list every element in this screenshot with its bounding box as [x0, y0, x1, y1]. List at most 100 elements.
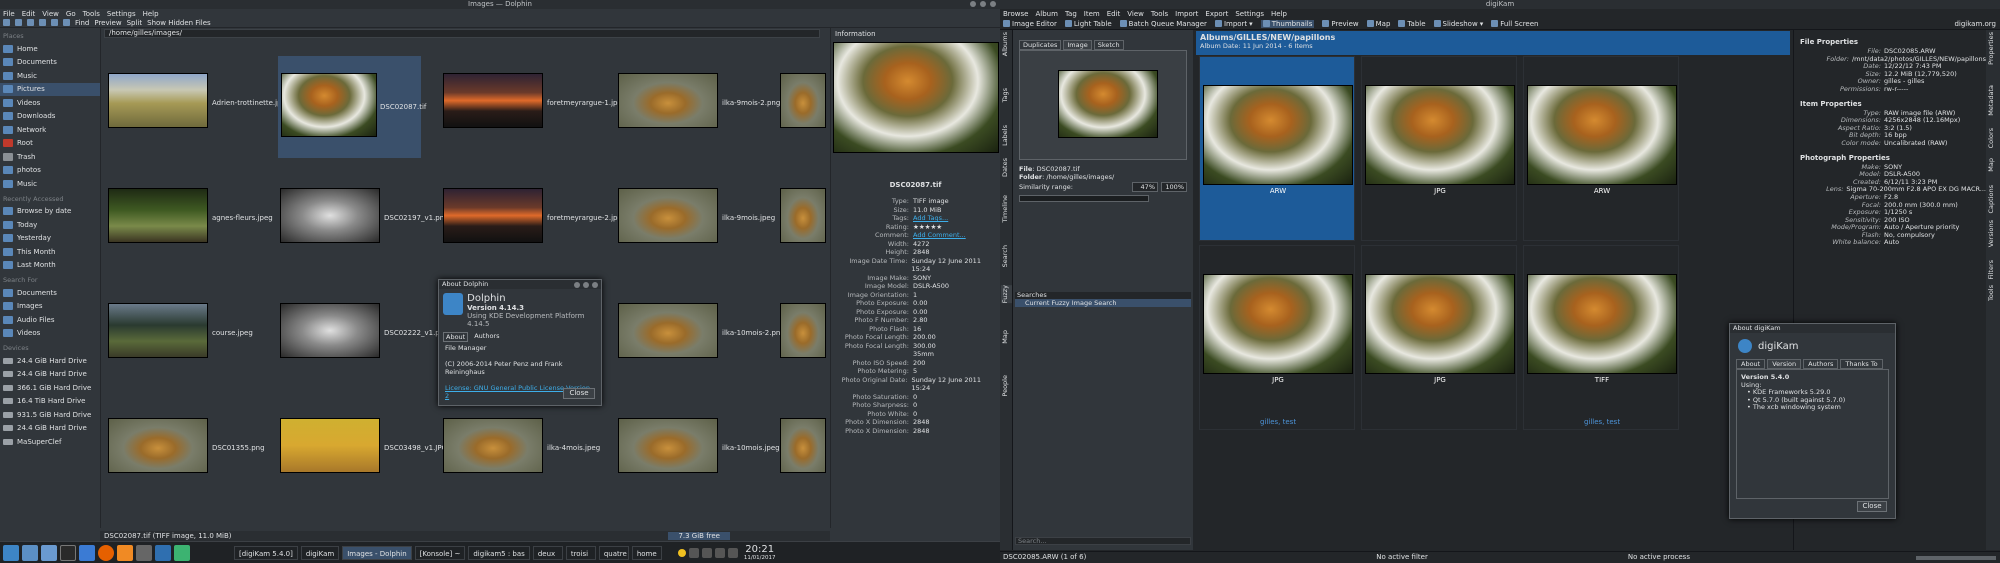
firefox-launcher-icon[interactable] — [98, 544, 114, 561]
menu-browse[interactable]: Browse — [1003, 10, 1029, 18]
details-view-icon[interactable] — [63, 19, 70, 26]
places-item[interactable]: Pictures — [0, 82, 100, 96]
sidebar-tab[interactable]: Map — [1987, 158, 1998, 172]
devices-item[interactable]: 16.4 TiB Hard Drive — [0, 395, 100, 409]
menu-settings[interactable]: Settings — [107, 10, 136, 18]
sidebar-tab[interactable]: Colors — [1987, 128, 1998, 148]
bluetooth-icon[interactable] — [727, 547, 738, 558]
menu-go[interactable]: Go — [66, 10, 76, 18]
recent-item[interactable]: Browse by date — [0, 205, 100, 219]
desktop-home[interactable]: home — [631, 545, 662, 560]
sidebar-tab[interactable]: Albums — [1001, 32, 1012, 56]
devices-item[interactable]: 931.5 GiB Hard Drive — [0, 408, 100, 422]
files-launcher-icon[interactable] — [41, 544, 57, 561]
item-properties-header[interactable]: Item Properties — [1794, 98, 1986, 110]
sidebar-tab[interactable]: Fuzzy — [1001, 285, 1012, 304]
search-item[interactable]: Images — [0, 300, 100, 314]
file-item[interactable]: DSC02197_v1.png — [280, 188, 450, 258]
album-item[interactable]: TIFF gilles, test — [1523, 245, 1679, 430]
places-item[interactable]: Trash — [0, 150, 100, 164]
map-button[interactable]: Map — [1366, 20, 1390, 28]
menu-view[interactable]: View — [1127, 10, 1144, 18]
slideshow-button[interactable]: Slideshow ▾ — [1433, 20, 1483, 28]
places-item[interactable]: Music — [0, 69, 100, 83]
sidebar-tab[interactable]: Labels — [1001, 125, 1012, 146]
recent-item[interactable]: This Month — [0, 245, 100, 259]
devices-item[interactable]: 24.4 GiB Hard Drive — [0, 422, 100, 436]
menu-help[interactable]: Help — [1271, 10, 1287, 18]
tab-image[interactable]: Image — [1063, 40, 1092, 50]
app-launcher-icon[interactable] — [3, 544, 19, 561]
preview-button[interactable]: Preview — [1322, 20, 1359, 28]
menu-tag[interactable]: Tag — [1065, 10, 1077, 18]
menu-album[interactable]: Album — [1036, 10, 1058, 18]
sidebar-tab[interactable]: Metadata — [1987, 85, 1998, 116]
maximize-icon[interactable] — [980, 1, 986, 7]
import-button[interactable]: Import ▾ — [1214, 20, 1253, 28]
sidebar-tab[interactable]: Map — [1001, 330, 1012, 344]
thumbnails-button[interactable]: Thumbnails — [1260, 19, 1315, 28]
file-item[interactable]: ilka-9mois.jpeg — [618, 188, 788, 258]
image-editor-button[interactable]: Image Editor — [1003, 20, 1057, 28]
task-digikam-about[interactable]: [digiKam 5.4.0] — [234, 545, 298, 560]
minimize-icon[interactable] — [583, 282, 589, 288]
close-button[interactable]: Close — [1857, 501, 1887, 512]
current-fuzzy-search-item[interactable]: Current Fuzzy Image Search — [1015, 299, 1191, 307]
recent-item[interactable]: Today — [0, 218, 100, 232]
sidebar-tab[interactable]: Timeline — [1001, 195, 1012, 223]
help-icon[interactable] — [574, 282, 580, 288]
places-item[interactable]: Downloads — [0, 110, 100, 124]
menu-import[interactable]: Import — [1175, 10, 1198, 18]
task-konsole[interactable]: [Konsole] ~ — [414, 545, 466, 560]
file-item[interactable]: ilka-4mois.jpeg — [443, 418, 613, 488]
devices-item[interactable]: 24.4 GiB Hard Drive — [0, 354, 100, 368]
desktop-2[interactable]: deux — [532, 545, 563, 560]
album-item[interactable]: JPG — [1361, 56, 1517, 241]
tray-icon[interactable] — [688, 547, 699, 558]
places-item[interactable]: photos — [0, 164, 100, 178]
album-item[interactable]: JPG gilles, test — [1199, 245, 1355, 430]
gimp-launcher-icon[interactable] — [136, 544, 152, 561]
app-launcher-icon[interactable] — [174, 544, 190, 561]
zoom-slider[interactable] — [1916, 555, 1996, 560]
menu-settings[interactable]: Settings — [1235, 10, 1264, 18]
file-item[interactable]: DSC02222_v1.png — [280, 303, 450, 373]
places-item[interactable]: Documents — [0, 56, 100, 70]
places-item[interactable]: Root — [0, 137, 100, 151]
forward-icon[interactable] — [15, 19, 22, 26]
dolphin-launcher-icon[interactable] — [22, 544, 38, 561]
clock[interactable]: 20:21 11/01/2017 — [744, 544, 776, 561]
file-item[interactable]: ilka-9mois-2.png — [618, 73, 788, 143]
menu-tools[interactable]: Tools — [83, 10, 100, 18]
sidebar-tab[interactable]: Dates — [1001, 158, 1012, 177]
show-hidden-button[interactable]: Show Hidden Files — [147, 19, 211, 27]
sidebar-tab[interactable]: Captions — [1987, 185, 1998, 214]
tab-authors[interactable]: Authors — [474, 332, 499, 342]
tab-version[interactable]: Version — [1767, 359, 1802, 369]
file-item[interactable]: ilka-10mois.jpeg — [618, 418, 788, 488]
menu-view[interactable]: View — [42, 10, 59, 18]
file-item[interactable]: foretmeyrargue-1.jpeg — [443, 73, 626, 143]
info-value[interactable]: Add Tags... — [913, 214, 948, 223]
file-item[interactable]: ilka-10mois-2.png — [618, 303, 788, 373]
search-input[interactable]: Search... — [1015, 537, 1191, 545]
sidebar-tab[interactable]: Tags — [1001, 88, 1012, 102]
desktop-4[interactable]: quatre — [598, 545, 629, 560]
file-item[interactable]: DSC03498_v1.JPG — [280, 418, 450, 488]
sidebar-tab[interactable]: People — [1001, 375, 1012, 397]
tab-thanks[interactable]: Thanks To — [1840, 359, 1883, 369]
recent-item[interactable]: Yesterday — [0, 232, 100, 246]
tab-authors[interactable]: Authors — [1803, 359, 1839, 369]
photograph-properties-header[interactable]: Photograph Properties — [1794, 152, 1986, 164]
browser-launcher-icon[interactable] — [79, 544, 95, 561]
menu-item[interactable]: Item — [1084, 10, 1100, 18]
file-item[interactable]: DSC02087.tif — [278, 56, 426, 158]
item-tags[interactable]: gilles, test — [1200, 418, 1356, 426]
places-item[interactable]: Videos — [0, 96, 100, 110]
file-item[interactable]: DSC01355.png — [108, 418, 278, 488]
menu-file[interactable]: File — [3, 10, 15, 18]
places-item[interactable]: Music — [0, 177, 100, 191]
menu-edit[interactable]: Edit — [22, 10, 36, 18]
sidebar-tab[interactable]: Search — [1001, 245, 1012, 267]
tab-about[interactable]: About — [1736, 359, 1766, 369]
